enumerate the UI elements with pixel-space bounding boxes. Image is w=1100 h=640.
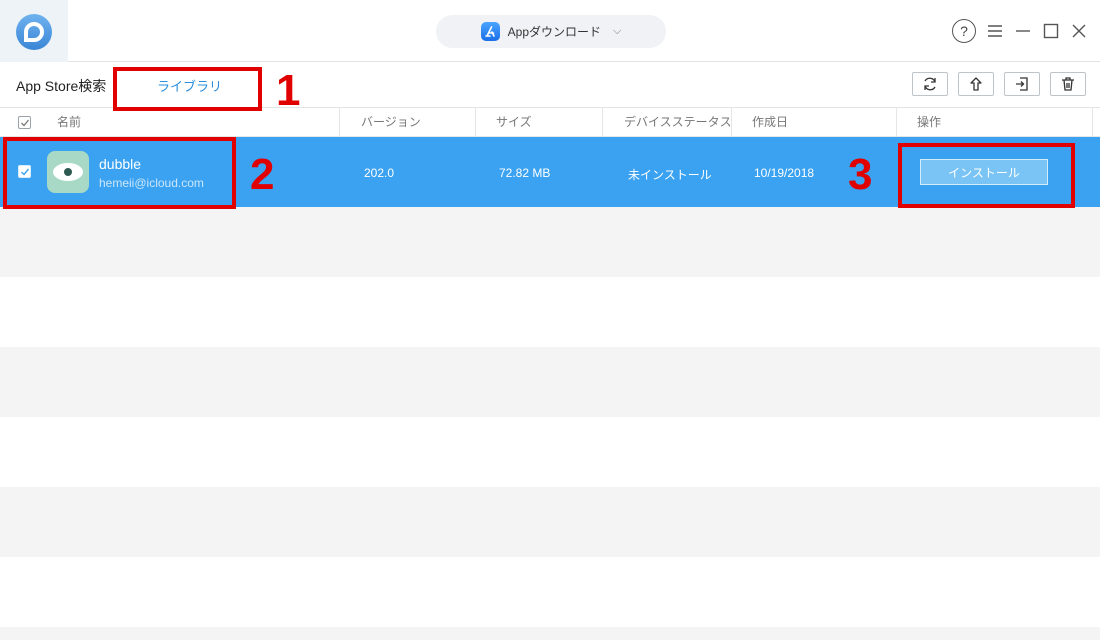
empty-row (0, 627, 1100, 640)
tab-app-store-search[interactable]: App Store検索 (16, 76, 106, 96)
logo-area (0, 0, 68, 62)
refresh-button[interactable] (912, 72, 948, 96)
export-button[interactable] (1004, 72, 1040, 96)
title-bar: Appダウンロード ⌵ ? (0, 0, 1100, 62)
chevron-down-icon: ⌵ (613, 25, 622, 37)
device-status: 未インストール (628, 168, 712, 182)
column-size[interactable]: サイズ (496, 108, 532, 137)
empty-row (0, 417, 1100, 487)
trash-icon (1062, 77, 1074, 91)
minimize-icon[interactable] (1014, 22, 1032, 40)
empty-row (0, 347, 1100, 417)
annotation-number-3: 3 (848, 150, 873, 199)
select-all-checkbox[interactable] (18, 116, 31, 129)
column-version[interactable]: バージョン (361, 108, 421, 137)
annotation-box-3 (898, 143, 1075, 208)
toolbar-buttons (912, 72, 1086, 96)
annotation-box-2 (3, 137, 236, 209)
window-controls: ? (952, 17, 1088, 45)
app-version: 202.0 (364, 166, 395, 180)
anytrans-window: Appダウンロード ⌵ ? App Store検索 ライブラリ 名前 バージョン… (0, 0, 1100, 640)
empty-row (0, 207, 1100, 277)
column-created-date[interactable]: 作成日 (752, 108, 788, 137)
delete-button[interactable] (1050, 72, 1086, 96)
empty-row (0, 557, 1100, 627)
export-icon (1016, 77, 1028, 91)
close-icon[interactable] (1070, 22, 1088, 40)
menu-icon[interactable] (986, 22, 1004, 40)
created-date: 10/19/2018 (754, 166, 815, 180)
upload-icon (970, 77, 982, 91)
mode-selector[interactable]: Appダウンロード ⌵ (436, 15, 666, 48)
help-icon[interactable]: ? (952, 19, 976, 43)
upload-button[interactable] (958, 72, 994, 96)
empty-row (0, 487, 1100, 557)
column-name[interactable]: 名前 (57, 108, 81, 137)
annotation-number-2: 2 (250, 150, 275, 199)
column-action: 操作 (917, 115, 942, 129)
empty-row (0, 277, 1100, 347)
column-device-status[interactable]: デバイスステータス (624, 108, 732, 137)
app-logo-icon[interactable] (16, 14, 52, 50)
table-header: 名前 バージョン サイズ デバイスステータス 作成日 操作 (0, 108, 1100, 137)
annotation-box-1 (113, 67, 262, 111)
maximize-icon[interactable] (1042, 22, 1060, 40)
app-store-icon (480, 22, 500, 41)
app-size: 72.82 MB (499, 166, 551, 180)
annotation-number-1: 1 (276, 66, 301, 115)
refresh-icon (924, 77, 936, 91)
mode-label: Appダウンロード (507, 25, 601, 39)
